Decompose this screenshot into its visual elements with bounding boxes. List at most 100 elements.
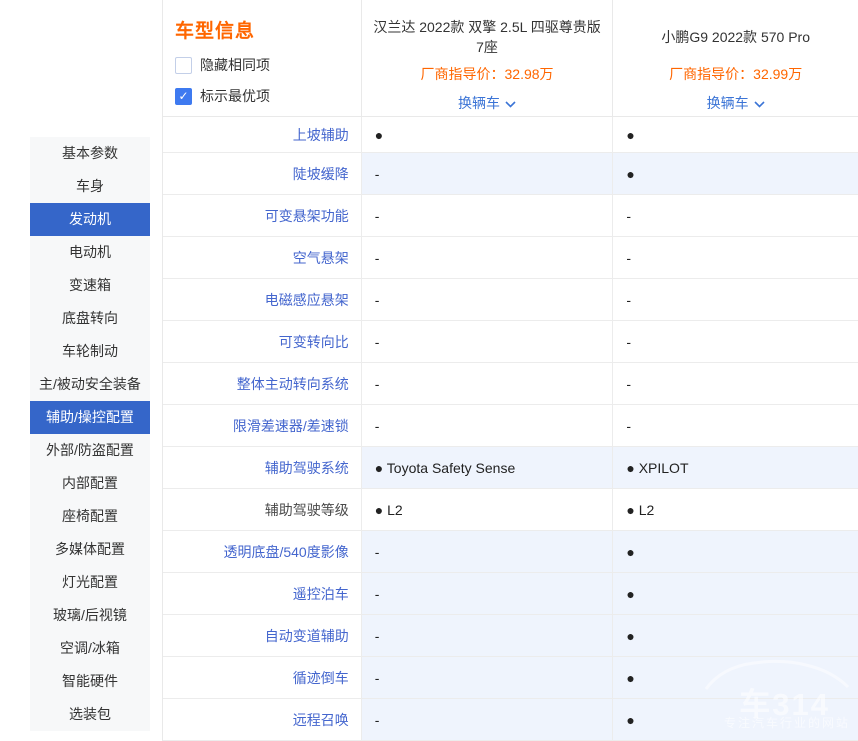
sidebar-item[interactable]: 座椅配置 [30, 500, 150, 533]
table-row: 上坡辅助●● [163, 117, 858, 153]
sidebar-item[interactable]: 辅助/操控配置 [30, 401, 150, 434]
value-cell: - [361, 195, 613, 236]
compare-table: 车型信息 隐藏相同项 ✓ 标示最优项 汉兰达 2022款 双擎 2.5L 四驱尊… [162, 0, 858, 741]
table-row: 可变悬架功能-- [163, 195, 858, 237]
checkbox-icon[interactable] [175, 57, 192, 74]
car-1-name[interactable]: 汉兰达 2022款 双擎 2.5L 四驱尊贵版 7座 [372, 16, 602, 58]
category-sidebar: 基本参数车身发动机电动机变速箱底盘转向车轮制动主/被动安全装备辅助/操控配置外部… [30, 137, 150, 731]
value-cell: - [361, 237, 613, 278]
row-label[interactable]: 电磁感应悬架 [163, 279, 361, 320]
value-cell: - [612, 237, 858, 278]
row-label[interactable]: 循迹倒车 [163, 657, 361, 698]
table-row: 循迹倒车-● [163, 657, 858, 699]
row-label[interactable]: 整体主动转向系统 [163, 363, 361, 404]
value-cell: - [361, 531, 613, 572]
value-cell: - [612, 363, 858, 404]
value-cell: ● [612, 531, 858, 572]
sidebar-item[interactable]: 电动机 [30, 236, 150, 269]
value-cell: - [361, 699, 613, 740]
row-label[interactable]: 辅助驾驶系统 [163, 447, 361, 488]
hide-same-label: 隐藏相同项 [200, 55, 270, 75]
value-cell: - [361, 279, 613, 320]
sidebar-item[interactable]: 选装包 [30, 698, 150, 731]
value-cell: - [361, 615, 613, 656]
chevron-down-icon [754, 101, 765, 108]
car-header-2: 小鹏G9 2022款 570 Pro 厂商指导价：32.99万 换辆车 [612, 0, 858, 116]
value-cell: ● [612, 117, 858, 152]
table-row: 整体主动转向系统-- [163, 363, 858, 405]
value-cell: - [612, 279, 858, 320]
car-2-switch-button[interactable]: 换辆车 [707, 93, 765, 113]
car-1-switch-button[interactable]: 换辆车 [458, 93, 516, 113]
table-row: 辅助驾驶系统● Toyota Safety Sense● XPILOT [163, 447, 858, 489]
row-label: 辅助驾驶等级 [163, 489, 361, 530]
sidebar-item[interactable]: 发动机 [30, 203, 150, 236]
model-info-title: 车型信息 [175, 16, 361, 43]
value-cell: ● [612, 573, 858, 614]
sidebar-item[interactable]: 智能硬件 [30, 665, 150, 698]
table-row: 辅助驾驶等级● L2● L2 [163, 489, 858, 531]
table-row: 远程召唤-● [163, 699, 858, 741]
hide-same-checkbox[interactable]: 隐藏相同项 [175, 55, 361, 75]
car-compare-page: 基本参数车身发动机电动机变速箱底盘转向车轮制动主/被动安全装备辅助/操控配置外部… [0, 0, 858, 737]
sidebar-item[interactable]: 空调/冰箱 [30, 632, 150, 665]
table-row: 可变转向比-- [163, 321, 858, 363]
row-label[interactable]: 可变转向比 [163, 321, 361, 362]
table-row: 陡坡缓降-● [163, 153, 858, 195]
value-cell: - [361, 573, 613, 614]
sidebar-item[interactable]: 内部配置 [30, 467, 150, 500]
table-body: 上坡辅助●●陡坡缓降-●可变悬架功能--空气悬架--电磁感应悬架--可变转向比-… [163, 117, 858, 741]
sidebar-item[interactable]: 变速箱 [30, 269, 150, 302]
sidebar-item[interactable]: 灯光配置 [30, 566, 150, 599]
value-cell: - [612, 195, 858, 236]
car-2-name[interactable]: 小鹏G9 2022款 570 Pro [621, 16, 851, 58]
row-label[interactable]: 空气悬架 [163, 237, 361, 278]
value-cell: ● Toyota Safety Sense [361, 447, 613, 488]
row-label[interactable]: 遥控泊车 [163, 573, 361, 614]
row-label[interactable]: 远程召唤 [163, 699, 361, 740]
value-cell: - [361, 363, 613, 404]
checkbox-icon[interactable]: ✓ [175, 88, 192, 105]
value-cell: ● [612, 615, 858, 656]
table-row: 限滑差速器/差速锁-- [163, 405, 858, 447]
model-info-header: 车型信息 隐藏相同项 ✓ 标示最优项 [163, 0, 361, 116]
value-cell: - [612, 321, 858, 362]
sidebar-item[interactable]: 玻璃/后视镜 [30, 599, 150, 632]
row-label[interactable]: 自动变道辅助 [163, 615, 361, 656]
row-label[interactable]: 上坡辅助 [163, 117, 361, 152]
value-cell: ● L2 [612, 489, 858, 530]
value-cell: ● [612, 699, 858, 740]
value-cell: ● [612, 153, 858, 194]
sidebar-item[interactable]: 基本参数 [30, 137, 150, 170]
value-cell: - [361, 405, 613, 446]
value-cell: ● [612, 657, 858, 698]
value-cell: - [361, 657, 613, 698]
sidebar-item[interactable]: 多媒体配置 [30, 533, 150, 566]
value-cell: ● XPILOT [612, 447, 858, 488]
sidebar-item[interactable]: 主/被动安全装备 [30, 368, 150, 401]
table-row: 透明底盘/540度影像-● [163, 531, 858, 573]
row-label[interactable]: 透明底盘/540度影像 [163, 531, 361, 572]
row-label[interactable]: 限滑差速器/差速锁 [163, 405, 361, 446]
mark-best-label: 标示最优项 [200, 86, 270, 106]
table-row: 空气悬架-- [163, 237, 858, 279]
car-2-price: 厂商指导价：32.99万 [669, 64, 802, 84]
car-header-1: 汉兰达 2022款 双擎 2.5L 四驱尊贵版 7座 厂商指导价：32.98万 … [361, 0, 613, 116]
table-header: 车型信息 隐藏相同项 ✓ 标示最优项 汉兰达 2022款 双擎 2.5L 四驱尊… [163, 0, 858, 117]
table-row: 电磁感应悬架-- [163, 279, 858, 321]
sidebar-item[interactable]: 底盘转向 [30, 302, 150, 335]
value-cell: ● L2 [361, 489, 613, 530]
mark-best-checkbox[interactable]: ✓ 标示最优项 [175, 86, 361, 106]
table-row: 自动变道辅助-● [163, 615, 858, 657]
value-cell: ● [361, 117, 613, 152]
row-label[interactable]: 陡坡缓降 [163, 153, 361, 194]
chevron-down-icon [505, 101, 516, 108]
car-1-price: 厂商指导价：32.98万 [421, 64, 554, 84]
value-cell: - [361, 321, 613, 362]
value-cell: - [612, 405, 858, 446]
sidebar-item[interactable]: 外部/防盗配置 [30, 434, 150, 467]
sidebar-item[interactable]: 车轮制动 [30, 335, 150, 368]
table-row: 遥控泊车-● [163, 573, 858, 615]
sidebar-item[interactable]: 车身 [30, 170, 150, 203]
row-label[interactable]: 可变悬架功能 [163, 195, 361, 236]
